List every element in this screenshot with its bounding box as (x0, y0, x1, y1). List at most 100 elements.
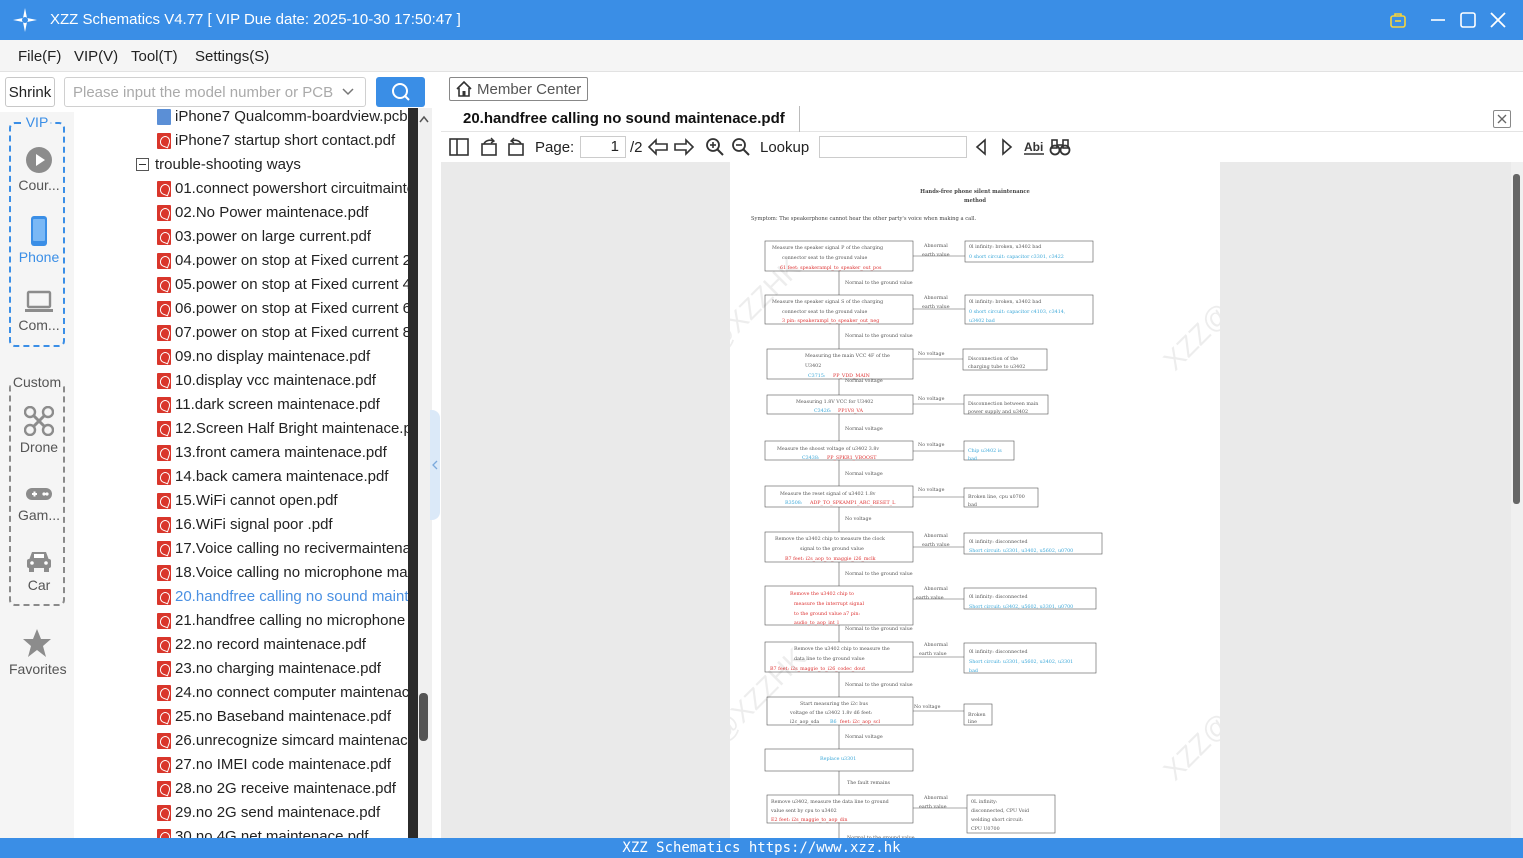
document-tab-bar: 20.handfree calling no sound maintenace.… (441, 106, 1523, 132)
file-name: 02.No Power maintenace.pdf (175, 204, 369, 221)
binoculars-icon[interactable] (1049, 137, 1071, 157)
pdf-scrollbar[interactable] (1511, 162, 1523, 838)
file-name: 21.handfree calling no microphone mainte… (175, 612, 408, 629)
tree-file[interactable]: 04.power on stop at Fixed current 2 (74, 250, 408, 274)
match-case-icon[interactable]: Abi (1023, 137, 1045, 157)
svg-text:PP_SPKR1_VBOOST: PP_SPKR1_VBOOST (827, 455, 877, 461)
sidebar-item-phone[interactable]: Phone (11, 216, 67, 265)
phone-icon (31, 216, 47, 246)
tree-file[interactable]: 21.handfree calling no microphone mainte… (74, 610, 408, 634)
find-previous-icon[interactable] (973, 137, 989, 157)
sidebar-item-favorites[interactable]: Favorites (9, 628, 67, 677)
pdf-file-icon (157, 397, 171, 413)
tab-document[interactable]: 20.handfree calling no sound maintenace.… (441, 106, 800, 132)
lookup-input[interactable] (819, 136, 967, 158)
page-number-input[interactable]: 1 (580, 136, 626, 158)
menu-file[interactable]: File(F) (18, 48, 61, 65)
tree-file[interactable]: 22.no record maintenace.pdf (74, 634, 408, 658)
close-button[interactable] (1486, 8, 1510, 32)
pdf-scrollbar-thumb[interactable] (1513, 174, 1520, 504)
rotate-right-icon[interactable] (506, 137, 526, 157)
tree-file[interactable]: 12.Screen Half Bright maintenace.pdf (74, 418, 408, 442)
tree-file[interactable]: 09.no display maintenace.pdf (74, 346, 408, 370)
sidebar-toggle-icon[interactable] (449, 137, 469, 157)
svg-text:0l infinity: disconnected: 0l infinity: disconnected (969, 594, 1028, 600)
file-name: 03.power on large current.pdf (175, 228, 371, 245)
svg-text:Short circuit: u3301, u5602, u: Short circuit: u3301, u5602, u3402, u330… (969, 659, 1073, 665)
tree-file[interactable]: 20.handfree calling no sound maintenace.… (74, 586, 408, 610)
tree-file[interactable]: 30.no 4G net maintenace.pdf (74, 826, 408, 838)
sidebar-item-car[interactable]: Car (11, 548, 67, 593)
tree-file[interactable]: 23.no charging maintenace.pdf (74, 658, 408, 682)
svg-text:Abi: Abi (1024, 140, 1043, 154)
tree-file[interactable]: iPhone7 Qualcomm-boardview.pcb (74, 108, 408, 130)
tree-file[interactable]: 15.WiFi cannot open.pdf (74, 490, 408, 514)
close-tab-button[interactable] (1493, 110, 1511, 128)
svg-text:earth value: earth value (919, 804, 947, 810)
pdf-viewer[interactable]: Hands-free phone silent maintenance meth… (441, 162, 1511, 838)
svg-text:0l infinity: broken, u3402 bad: 0l infinity: broken, u3402 bad (969, 244, 1041, 250)
shrink-button[interactable]: Shrink (5, 77, 55, 107)
svg-text:0 short circuit: capacitor c33: 0 short circuit: capacitor c3301, c3422 (969, 254, 1064, 260)
search-button[interactable] (376, 77, 425, 107)
next-page-icon[interactable] (673, 137, 695, 157)
tree-file[interactable]: 24.no connect computer maintenace.pdf (74, 682, 408, 706)
tree-folder[interactable]: trouble-shooting ways (74, 154, 408, 178)
tree-file[interactable]: 07.power on stop at Fixed current 8 (74, 322, 408, 346)
tree-file[interactable]: 18.Voice calling no microphone maintenac… (74, 562, 408, 586)
svg-text:0l infinity: disconnected: 0l infinity: disconnected (969, 649, 1028, 655)
vip-bag-icon[interactable] (1386, 8, 1410, 32)
tree-file[interactable]: 27.no IMEI code maintenace.pdf (74, 754, 408, 778)
tree-file[interactable]: iPhone7 startup short contact.pdf (74, 130, 408, 154)
menu-tool[interactable]: Tool(T) (131, 48, 178, 65)
member-center-button[interactable]: Member Center (449, 77, 588, 101)
find-next-icon[interactable] (999, 137, 1015, 157)
tree-file[interactable]: 28.no 2G receive maintenace.pdf (74, 778, 408, 802)
model-search-combobox[interactable] (64, 77, 366, 107)
svg-text:Remove the u3402 chip to measu: Remove the u3402 chip to measure the (794, 646, 890, 652)
tree-file[interactable]: 02.No Power maintenace.pdf (74, 202, 408, 226)
menu-vip[interactable]: VIP(V) (74, 48, 118, 65)
tree-file[interactable]: 11.dark screen maintenace.pdf (74, 394, 408, 418)
tree-scrollbar[interactable] (408, 108, 432, 838)
previous-page-icon[interactable] (647, 137, 669, 157)
tree-file[interactable]: 01.connect powershort circuitmaintenace.… (74, 178, 408, 202)
pdf-file-icon (157, 613, 171, 629)
file-name: 04.power on stop at Fixed current 2 (175, 252, 408, 269)
tree-file[interactable]: 25.no Baseband maintenace.pdf (74, 706, 408, 730)
sidebar-item-drone[interactable]: Drone (11, 406, 67, 455)
pdf-file-icon (157, 469, 171, 485)
tree-file[interactable]: 14.back camera maintenace.pdf (74, 466, 408, 490)
chevron-down-icon[interactable] (341, 85, 355, 99)
tree-file[interactable]: 05.power on stop at Fixed current 4 (74, 274, 408, 298)
tree-file[interactable]: 06.power on stop at Fixed current 6 (74, 298, 408, 322)
sidebar-item-computer[interactable]: Com... (11, 290, 67, 333)
collapse-toggle-icon[interactable] (136, 158, 149, 171)
minimize-button[interactable] (1426, 8, 1450, 32)
zoom-in-icon[interactable] (705, 137, 725, 157)
model-search-input[interactable] (73, 78, 333, 106)
file-name: 09.no display maintenace.pdf (175, 348, 371, 365)
sidebar-item-game[interactable]: Gam... (11, 484, 67, 523)
search-icon (391, 83, 410, 101)
maximize-button[interactable] (1456, 8, 1480, 32)
tree-file[interactable]: 29.no 2G send maintenace.pdf (74, 802, 408, 826)
scroll-up-icon[interactable] (419, 115, 429, 123)
pdf-file-icon (157, 133, 171, 149)
rotate-left-icon[interactable] (479, 137, 499, 157)
tree-file[interactable]: 17.Voice calling no recivermaintenace.pd… (74, 538, 408, 562)
tree-file[interactable]: 16.WiFi signal poor .pdf (74, 514, 408, 538)
tree-file[interactable]: 13.front camera maintenace.pdf (74, 442, 408, 466)
svg-text:Disconnection of the: Disconnection of the (968, 356, 1018, 362)
menu-settings[interactable]: Settings(S) (195, 48, 269, 65)
tree-file[interactable]: 26.unrecognize simcard maintenace.pdf (74, 730, 408, 754)
zoom-out-icon[interactable] (731, 137, 751, 157)
svg-text:Start measuring the i2c bus: Start measuring the i2c bus (800, 701, 868, 707)
tree-file[interactable]: 10.display vcc maintenace.pdf (74, 370, 408, 394)
collapse-panel-handle[interactable] (430, 410, 440, 520)
tree-file[interactable]: 03.power on large current.pdf (74, 226, 408, 250)
sidebar-item-course[interactable]: Cour... (11, 146, 67, 193)
pdf-file-icon (157, 541, 171, 557)
tree-scrollbar-thumb[interactable] (419, 693, 428, 741)
file-name: 10.display vcc maintenace.pdf (175, 372, 376, 389)
